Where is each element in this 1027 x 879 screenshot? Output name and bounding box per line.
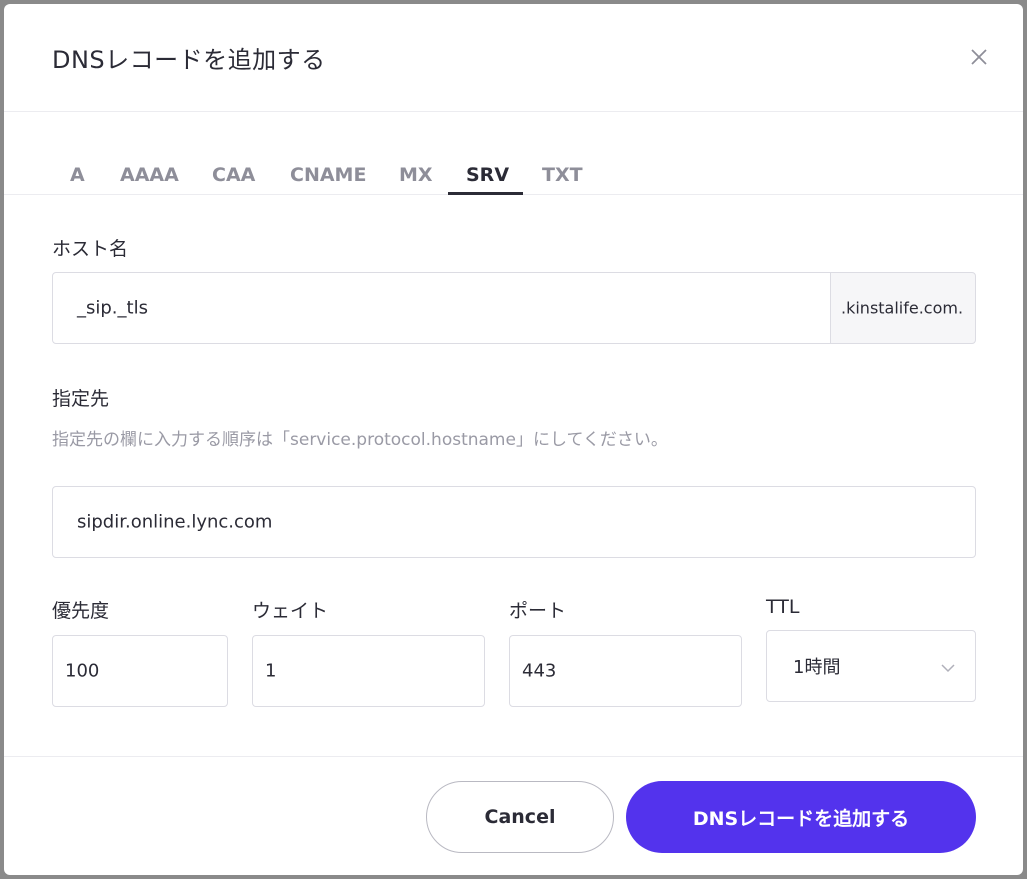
hostname-input[interactable]: _sip._tls xyxy=(52,272,832,344)
target-input[interactable]: sipdir.online.lync.com xyxy=(52,486,976,558)
weight-label: ウェイト xyxy=(252,600,329,622)
close-icon[interactable] xyxy=(968,46,990,68)
weight-value: 1 xyxy=(265,660,277,682)
tab-txt[interactable]: TXT xyxy=(542,164,583,186)
cancel-button[interactable]: Cancel xyxy=(426,781,614,853)
tab-caa[interactable]: CAA xyxy=(212,164,255,186)
port-value: 443 xyxy=(522,660,557,682)
hostname-value: _sip._tls xyxy=(77,297,148,319)
ttl-label: TTL xyxy=(766,596,800,618)
dialog-header: DNSレコードを追加する xyxy=(4,4,1023,112)
dialog-title: DNSレコードを追加する xyxy=(52,46,326,74)
active-tab-indicator xyxy=(448,192,523,195)
weight-input[interactable]: 1 xyxy=(252,635,485,707)
target-help-text: 指定先の欄に入力する順序は「service.protocol.hostname」… xyxy=(52,430,668,450)
port-label: ポート xyxy=(509,600,567,622)
tab-srv[interactable]: SRV xyxy=(466,164,509,186)
domain-suffix-text: .kinstalife.com. xyxy=(841,298,964,318)
add-dns-record-button[interactable]: DNSレコードを追加する xyxy=(626,781,976,853)
priority-label: 優先度 xyxy=(52,600,110,622)
dialog-footer: Cancel DNSレコードを追加する xyxy=(4,756,1023,875)
tab-cname[interactable]: CNAME xyxy=(290,164,366,186)
hostname-domain-suffix: .kinstalife.com. xyxy=(830,272,976,344)
record-type-tabs: A AAAA CAA CNAME MX SRV TXT xyxy=(4,152,1023,195)
target-value: sipdir.online.lync.com xyxy=(77,511,273,533)
add-dns-record-dialog: DNSレコードを追加する A AAAA CAA CNAME MX SRV TXT… xyxy=(4,4,1023,875)
hostname-label: ホスト名 xyxy=(52,238,129,260)
chevron-down-icon xyxy=(941,659,955,673)
target-label: 指定先 xyxy=(52,388,110,410)
priority-value: 100 xyxy=(65,660,100,682)
tab-aaaa[interactable]: AAAA xyxy=(120,164,179,186)
tab-mx[interactable]: MX xyxy=(399,164,433,186)
port-input[interactable]: 443 xyxy=(509,635,742,707)
ttl-value: 1時間 xyxy=(793,657,841,678)
ttl-select[interactable]: 1時間 xyxy=(766,630,976,702)
tab-a[interactable]: A xyxy=(70,164,85,186)
priority-input[interactable]: 100 xyxy=(52,635,228,707)
